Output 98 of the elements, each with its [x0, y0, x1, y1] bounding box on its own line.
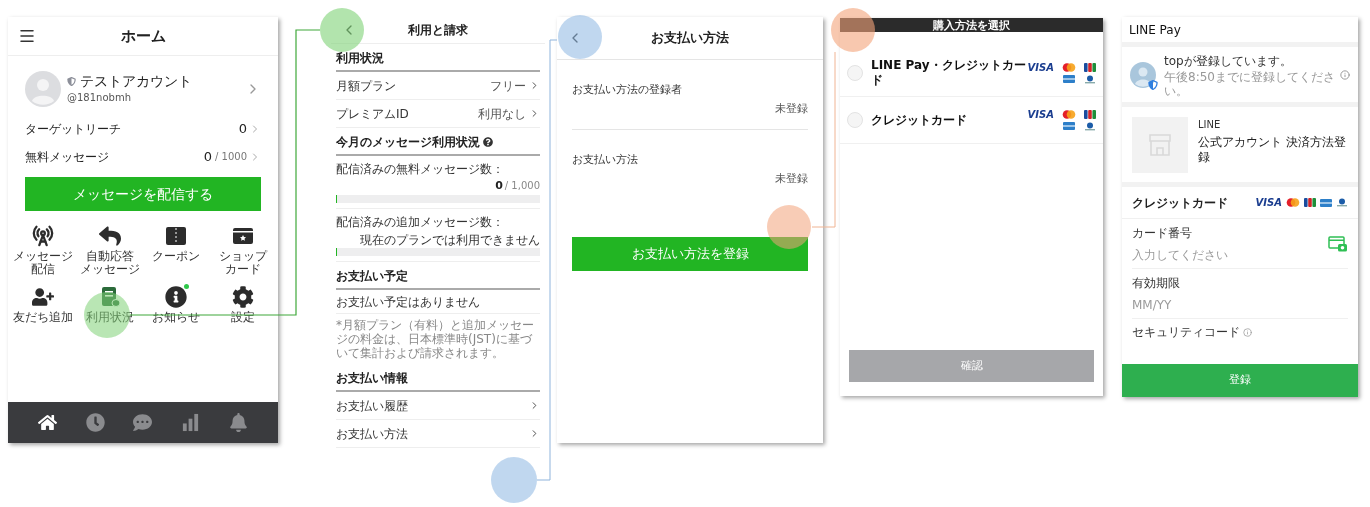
- screen-title: LINE Pay: [1129, 21, 1181, 39]
- field-label: お支払い方法の登録者: [572, 82, 683, 98]
- mastercard-logo-icon: [1286, 198, 1300, 207]
- section-title: クレジットカード: [1132, 194, 1229, 212]
- meter-label: 配信済みの追加メッセージ数：: [336, 214, 505, 231]
- screen-title: お支払い方法: [651, 29, 729, 48]
- screen-title: ホーム: [120, 25, 166, 47]
- menu-label: 友だち追加: [13, 311, 74, 324]
- visa-logo: VISA: [1027, 109, 1054, 120]
- list-row[interactable]: お支払い履歴: [336, 392, 540, 420]
- radio-button[interactable]: [847, 112, 863, 128]
- store-icon: [1147, 133, 1173, 157]
- section-heading: 利用状況: [336, 50, 384, 67]
- meter-total: / 1,000: [504, 179, 540, 193]
- diners-logo-icon: [1084, 74, 1096, 84]
- info-text: お支払い予定はありません: [336, 293, 480, 311]
- account-handle: @181nobmh: [67, 91, 132, 106]
- highlight-circle: [558, 15, 602, 59]
- stat-row[interactable]: 無料メッセージ 0 / 1000: [25, 146, 261, 167]
- card-camera-icon[interactable]: [1328, 235, 1348, 252]
- menu-label: ショップ カード: [218, 250, 267, 276]
- section-heading: 今月のメッセージ利用状況: [336, 134, 480, 151]
- chat-icon[interactable]: [133, 413, 153, 432]
- list-row[interactable]: お支払い方法: [336, 420, 540, 448]
- home-icon[interactable]: [38, 413, 58, 432]
- screen-title: 購入方法を選択: [933, 19, 1010, 31]
- stat-row[interactable]: ターゲットリーチ 0: [25, 118, 261, 139]
- menu-tile[interactable]: クーポン: [143, 225, 210, 276]
- coupon-icon: [165, 225, 188, 247]
- antenna-icon: [32, 225, 55, 247]
- radio-button[interactable]: [847, 65, 863, 81]
- highlight-circle: [491, 457, 537, 503]
- field-value: 未登録: [775, 170, 808, 187]
- menu-label: クーポン: [152, 250, 201, 263]
- add-person-icon: [32, 286, 55, 308]
- payment-option[interactable]: LINE Pay・クレジットカード VISA: [840, 50, 1103, 97]
- bar-chart-icon[interactable]: [181, 413, 201, 432]
- star-card-icon: [231, 225, 254, 247]
- visa-logo: VISA: [1027, 62, 1054, 73]
- menu-tile[interactable]: ショップ カード: [209, 225, 276, 276]
- notice-subtitle: 午後8:50までに登録してください。: [1164, 69, 1336, 98]
- menu-label: メッセージ 配信: [13, 250, 74, 276]
- bell-icon[interactable]: [228, 413, 248, 432]
- product-name: 公式アカウント 決済方法登録: [1198, 135, 1347, 165]
- amex-logo-icon: [1320, 198, 1332, 207]
- account-row[interactable]: テストアカウント @181nobmh: [8, 70, 278, 108]
- menu-icon[interactable]: [18, 27, 36, 45]
- diners-logo-icon: [1084, 121, 1096, 131]
- list-row[interactable]: プレミアムID 利用なし: [336, 100, 540, 128]
- menu-label: 自動応答 メッセージ: [79, 250, 140, 276]
- info-icon: [165, 286, 188, 308]
- highlight-circle: [831, 8, 875, 52]
- jcb-logo-icon: [1084, 63, 1096, 72]
- menu-tile[interactable]: 設定: [209, 286, 276, 324]
- field-label: カード番号: [1132, 224, 1192, 242]
- menu-tile[interactable]: お知らせ: [143, 286, 210, 324]
- field-label: 有効期限: [1132, 274, 1180, 292]
- verified-shield-icon: [1148, 79, 1158, 90]
- highlight-circle: [767, 205, 811, 249]
- diners-logo-icon: [1336, 198, 1348, 207]
- notice-title: topが登録しています。: [1164, 52, 1293, 70]
- section-heading: お支払い予定: [336, 268, 408, 285]
- menu-tile[interactable]: 自動応答 メッセージ: [76, 225, 143, 276]
- avatar-icon: [25, 71, 61, 107]
- reply-arrow-icon: [98, 225, 121, 247]
- meter-label: 配信済みの無料メッセージ数：: [336, 161, 505, 178]
- account-name: テストアカウント: [80, 72, 192, 91]
- clock-icon[interactable]: [85, 413, 105, 432]
- avatar-icon: [1130, 61, 1156, 88]
- highlight-circle: [320, 8, 364, 52]
- section-heading: お支払い情報: [336, 370, 408, 387]
- menu-tile[interactable]: 友だち追加: [10, 286, 77, 324]
- jcb-logo-icon: [1304, 198, 1316, 207]
- visa-logo: VISA: [1255, 197, 1282, 208]
- list-row[interactable]: 月額プラン フリー: [336, 72, 540, 100]
- menu-label: 利用状況: [85, 311, 134, 324]
- mastercard-logo-icon: [1062, 63, 1076, 72]
- amex-logo-icon: [1063, 122, 1075, 130]
- menu-label: お知らせ: [152, 311, 201, 324]
- merchant-name: LINE: [1198, 118, 1222, 132]
- menu-label: 設定: [230, 311, 255, 324]
- input-field[interactable]: MM/YY: [1132, 295, 1348, 314]
- settings-icon: [231, 286, 254, 308]
- payment-option[interactable]: クレジットカード VISA: [840, 97, 1103, 144]
- jcb-logo-icon: [1084, 110, 1096, 119]
- screen-title: 利用と請求: [408, 22, 468, 39]
- shield-icon: [67, 77, 76, 86]
- footnote: *月額プラン（有料）と追加メッセージの料金は、日本標準時(JST)に基づいて集計および請求されます。: [336, 317, 535, 362]
- input-field[interactable]: 入力してください: [1132, 245, 1328, 264]
- meter-note: 現在のプランでは利用できません: [360, 232, 540, 249]
- meter-value: 0: [495, 178, 503, 194]
- menu-tile[interactable]: メッセージ 配信: [10, 225, 77, 276]
- field-label: セキュリティコード: [1132, 324, 1240, 341]
- field-value: 未登録: [775, 100, 808, 117]
- amex-logo-icon: [1063, 75, 1075, 83]
- mastercard-logo-icon: [1062, 110, 1076, 119]
- info-icon[interactable]: [1340, 69, 1350, 80]
- field-label: お支払い方法: [572, 152, 639, 168]
